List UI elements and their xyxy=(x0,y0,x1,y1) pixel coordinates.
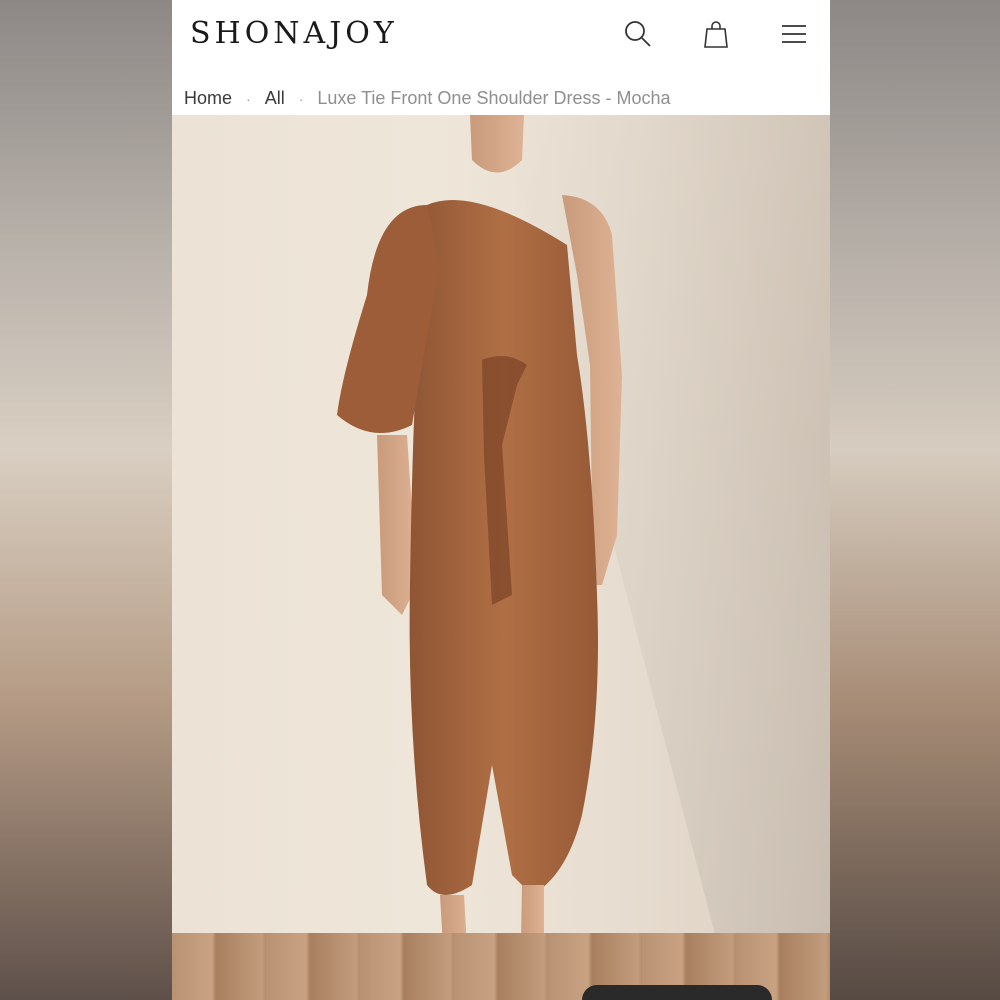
model-neck xyxy=(470,115,524,173)
breadcrumb-separator: · xyxy=(298,91,304,107)
breadcrumb-current: Luxe Tie Front One Shoulder Dress - Moch… xyxy=(317,88,671,108)
site-header: SHONAJOY xyxy=(172,0,830,70)
menu-icon[interactable] xyxy=(778,18,810,50)
breadcrumb-home[interactable]: Home xyxy=(184,88,232,108)
breadcrumb: Home · All · Luxe Tie Front One Shoulder Dre… xyxy=(184,88,671,116)
search-icon[interactable] xyxy=(622,18,654,50)
breadcrumb-separator: · xyxy=(246,91,251,107)
breadcrumb-all[interactable]: All xyxy=(265,88,285,108)
brand-logo[interactable]: SHONAJOY xyxy=(190,16,398,51)
mobile-page: SHONAJOY Home · All · Luxe Tie Front One Sho… xyxy=(172,0,830,1000)
backdrop-right xyxy=(830,0,1000,1000)
product-image[interactable] xyxy=(172,115,830,1000)
backdrop-left xyxy=(0,0,172,1000)
bag-icon[interactable] xyxy=(700,18,732,50)
home-indicator xyxy=(582,985,772,1000)
